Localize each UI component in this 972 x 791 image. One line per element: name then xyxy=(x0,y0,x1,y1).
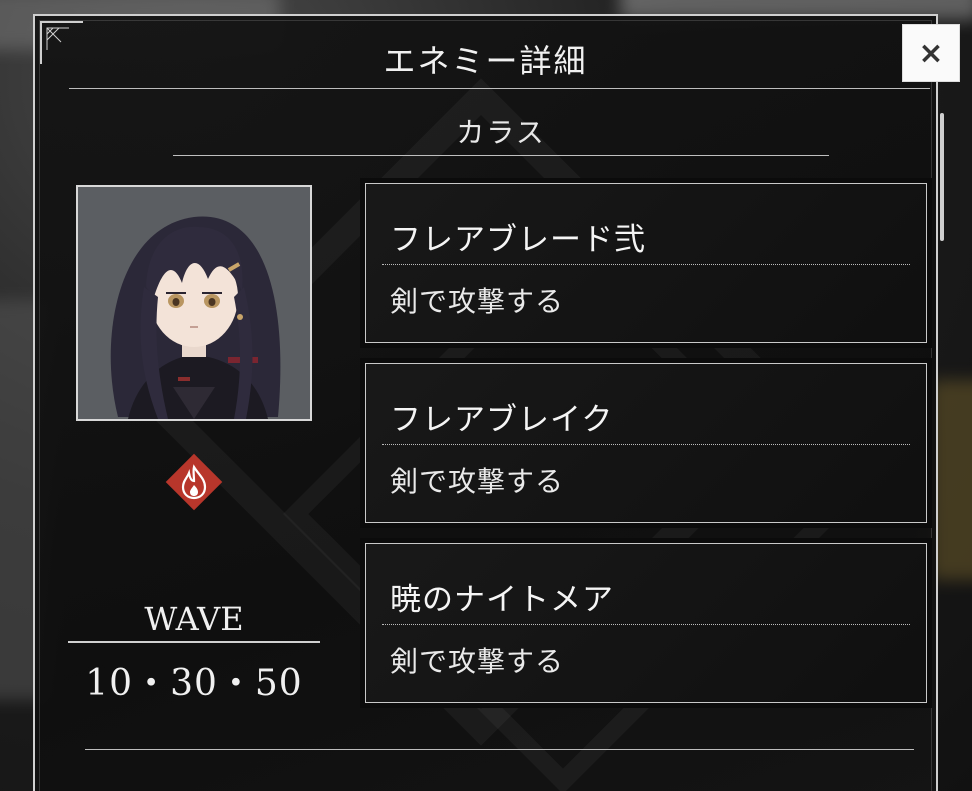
skill-description: 剣で攻撃する xyxy=(390,465,565,498)
wave-label: WAVE xyxy=(144,600,244,638)
skill-list[interactable]: フレアブレード弐 剣で攻撃する フレアブレイク 剣で攻撃する 暁のナイトメア 剣… xyxy=(360,178,932,718)
close-button[interactable]: × xyxy=(902,24,960,82)
skill-card-frame: フレアブレード弐 剣で攻撃する xyxy=(365,183,927,343)
skill-card-frame: 暁のナイトメア 剣で攻撃する xyxy=(365,543,927,703)
dialog-title: エネミー詳細 xyxy=(383,42,588,80)
skill-description: 剣で攻撃する xyxy=(390,285,565,318)
enemy-portrait xyxy=(76,185,312,421)
skill-card-frame: フレアブレイク 剣で攻撃する xyxy=(365,363,927,523)
title-divider xyxy=(69,88,930,89)
skill-divider xyxy=(382,624,910,625)
close-icon: × xyxy=(918,35,944,71)
skill-name: フレアブレイク xyxy=(390,402,614,438)
scrollbar-thumb[interactable] xyxy=(940,113,944,241)
skill-divider xyxy=(382,264,910,265)
wave-values: 10・30・50 xyxy=(85,663,303,704)
enemy-name: カラス xyxy=(456,116,546,149)
skill-name: 暁のナイトメア xyxy=(390,582,614,618)
skill-card: フレアブレード弐 剣で攻撃する xyxy=(360,178,932,348)
game-screen: エネミー詳細 カラス WAVE 10・30・50 フレアブレード弐 剣で攻撃する… xyxy=(0,0,972,791)
enemy-detail-dialog: エネミー詳細 カラス WAVE 10・30・50 フレアブレード弐 剣で攻撃する… xyxy=(33,14,944,791)
bottom-divider xyxy=(85,749,914,750)
name-divider xyxy=(173,155,829,156)
wave-divider xyxy=(68,641,320,643)
skill-divider xyxy=(382,444,910,445)
skill-description: 剣で攻撃する xyxy=(390,645,565,678)
fire-icon xyxy=(165,453,223,511)
skill-name: フレアブレード弐 xyxy=(390,222,646,258)
skill-card: フレアブレイク 剣で攻撃する xyxy=(360,358,932,528)
character-image xyxy=(78,187,310,419)
skill-card: 暁のナイトメア 剣で攻撃する xyxy=(360,538,932,708)
